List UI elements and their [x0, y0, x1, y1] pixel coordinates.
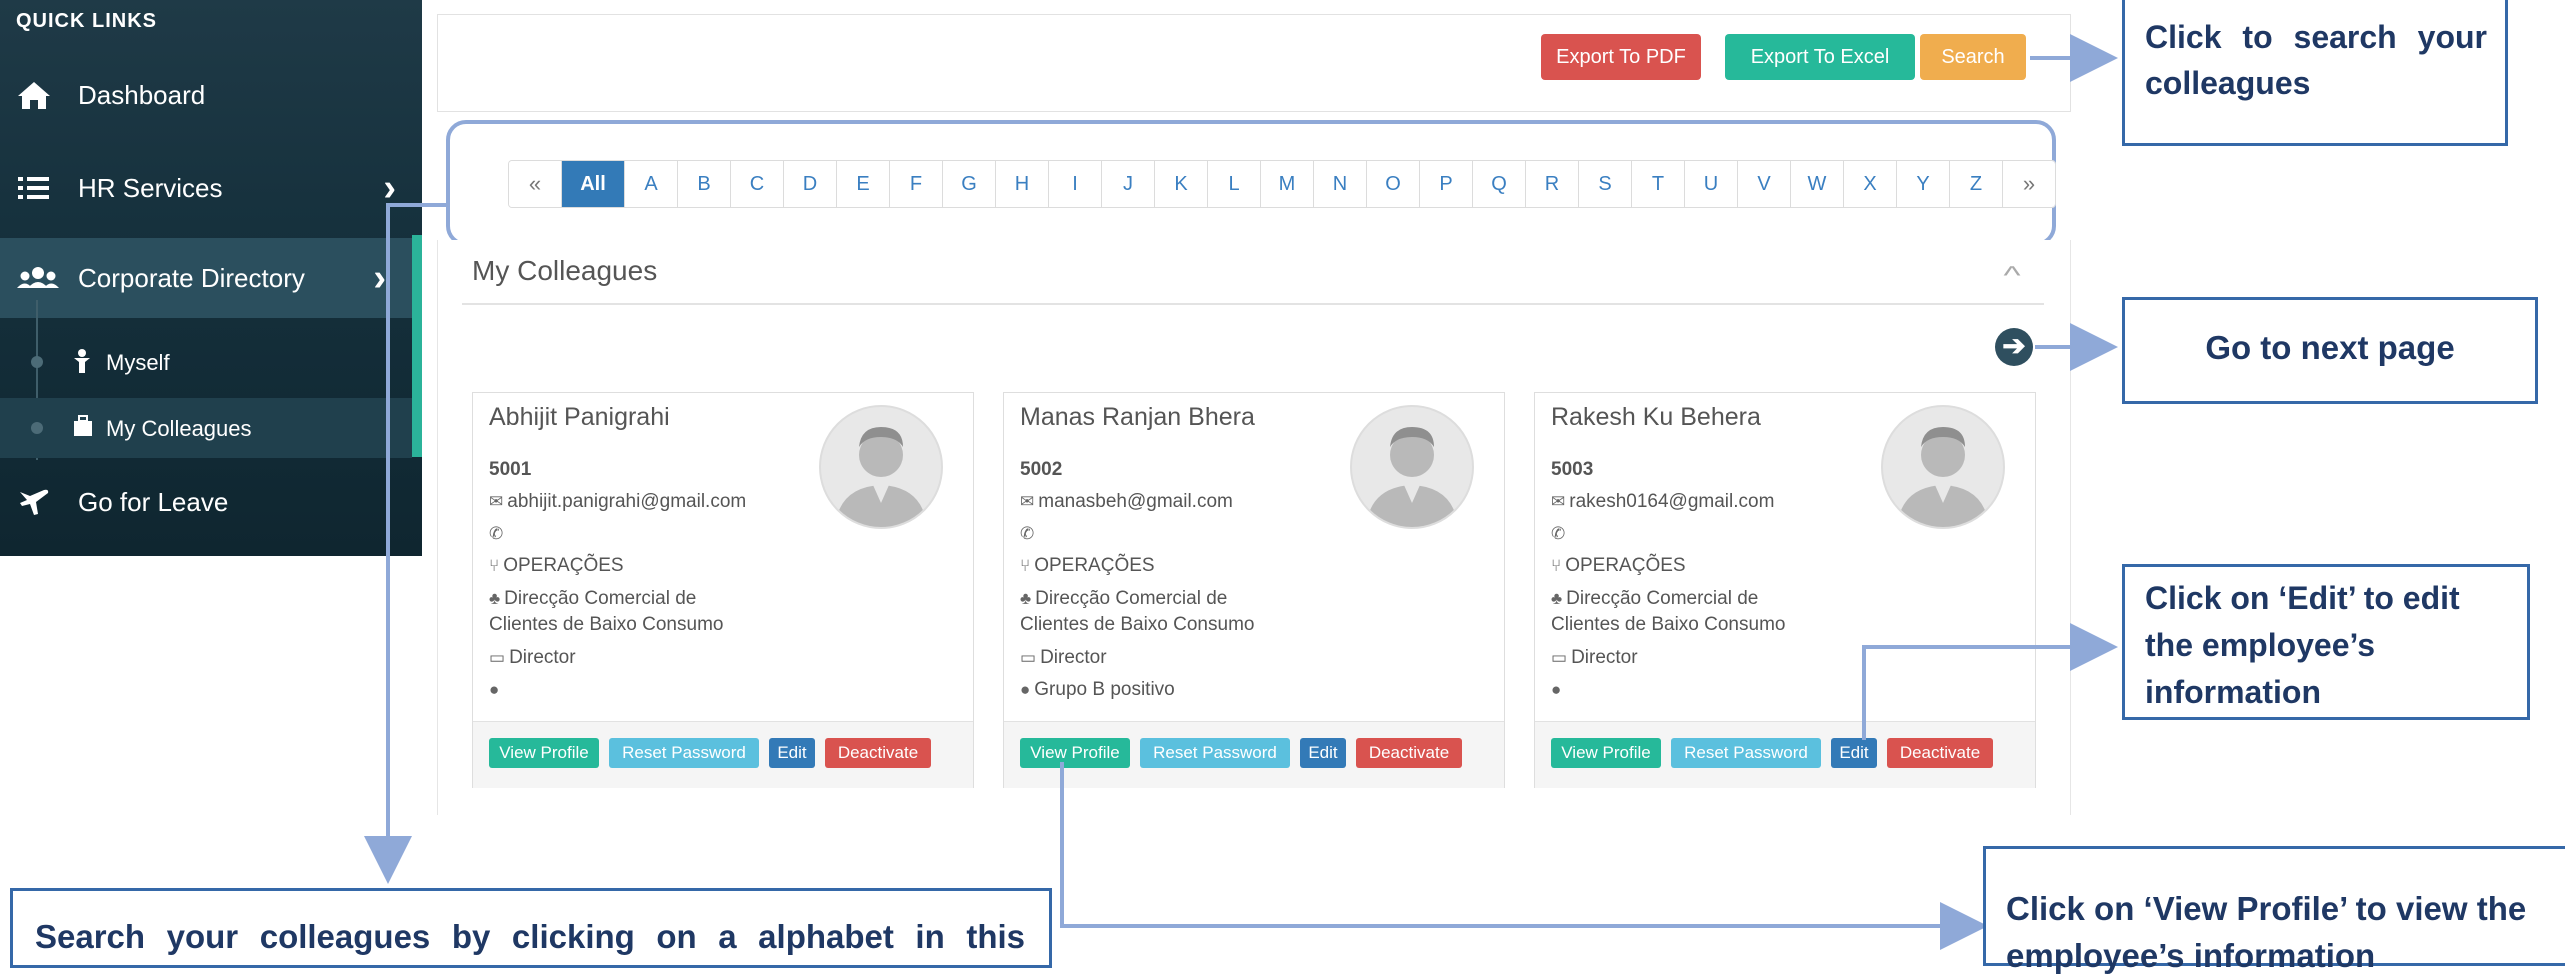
- callout-alphabet-search: Search your colleagues by clicking on a …: [10, 888, 1052, 968]
- callout-next-page: Go to next page: [2122, 297, 2538, 404]
- callout-view-profile: Click on ‘View Profile’ to view the empl…: [1983, 846, 2565, 974]
- callout-search: Click to search your colleagues: [2122, 0, 2508, 146]
- callout-edit: Click on ‘Edit’ to edit the employee’s i…: [2122, 564, 2530, 720]
